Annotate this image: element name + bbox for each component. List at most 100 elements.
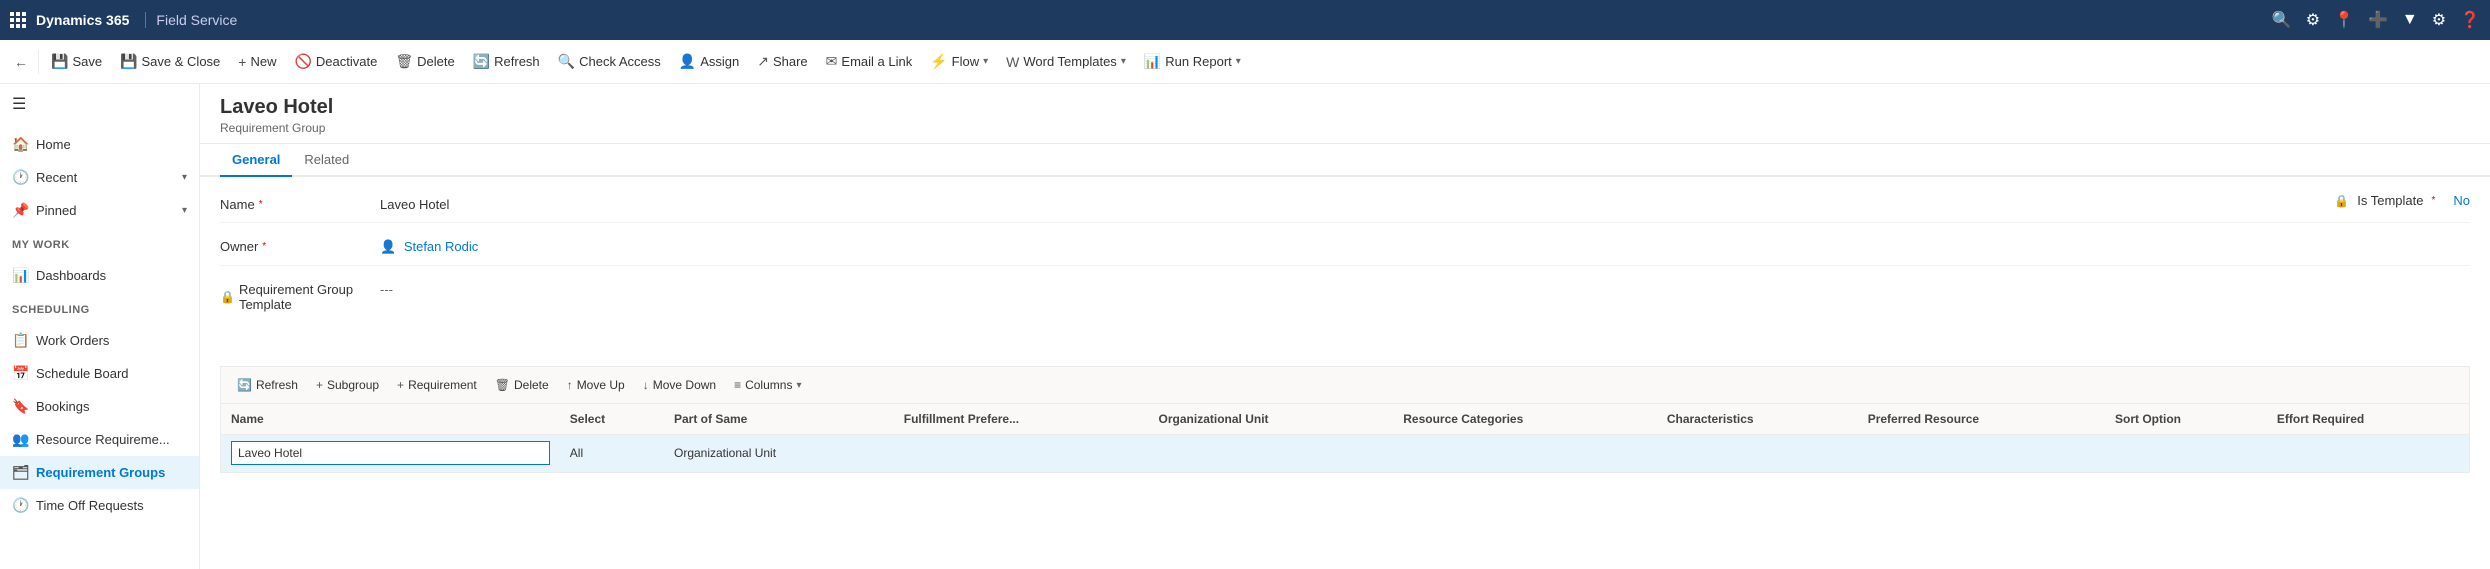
tab-related[interactable]: Related: [292, 144, 361, 177]
is-template-field: 🔒 Is Template * No: [2334, 193, 2470, 208]
form-title: Laveo Hotel: [220, 96, 2470, 119]
search-icon[interactable]: 🔍: [2272, 10, 2292, 30]
check-access-icon: 🔍: [558, 53, 575, 70]
owner-user-icon: 👤: [380, 239, 396, 254]
owner-label: Owner *: [220, 235, 380, 254]
sidebar-item-label-resource-requirements: Resource Requireme...: [36, 432, 170, 447]
pinned-icon: 📌: [12, 202, 28, 219]
save-icon: 💾: [51, 53, 68, 70]
refresh-button[interactable]: 🔄 Refresh: [465, 47, 548, 76]
is-template-label: Is Template: [2357, 193, 2423, 208]
delete-button[interactable]: 🗑 Delete: [387, 47, 462, 76]
resource-requirements-icon: 👥: [12, 431, 28, 448]
sidebar-item-recent[interactable]: 🕐 Recent ▾: [0, 161, 199, 194]
share-icon: ↗: [757, 53, 769, 70]
email-link-button[interactable]: ✉ Email a Link: [818, 47, 921, 76]
subgrid-delete-button[interactable]: 🗑 Delete: [487, 373, 557, 397]
save-close-button[interactable]: 💾 Save & Close: [112, 47, 228, 76]
assign-button[interactable]: 👤 Assign: [671, 47, 747, 76]
sidebar-item-home[interactable]: 🏠 Home: [0, 128, 199, 161]
sidebar-item-pinned[interactable]: 📌 Pinned ▾: [0, 194, 199, 227]
word-templates-dropdown-arrow: ▾: [1121, 56, 1126, 67]
sidebar-item-schedule-board[interactable]: 📅 Schedule Board: [0, 357, 199, 390]
help-icon[interactable]: ❓: [2460, 10, 2480, 30]
cell-preferred-resource: [1858, 435, 2105, 472]
save-close-icon: 💾: [120, 53, 137, 70]
share-button[interactable]: ↗ Share: [749, 47, 815, 76]
form-subtitle: Requirement Group: [220, 121, 2470, 135]
name-label: Name *: [220, 193, 380, 212]
assign-icon: 👤: [679, 53, 696, 70]
cell-sort-option: [2105, 435, 2267, 472]
cell-name[interactable]: Laveo Hotel: [221, 435, 560, 472]
recent-icon: 🕐: [12, 169, 28, 186]
plus-icon[interactable]: ➕: [2368, 10, 2388, 30]
subgrid-requirement-button[interactable]: + Requirement: [389, 373, 485, 397]
settings-circle-icon[interactable]: ⚙: [2306, 10, 2320, 30]
deactivate-button[interactable]: 🚫 Deactivate: [286, 47, 385, 76]
subgrid-move-down-icon: ↓: [643, 378, 649, 392]
gear-icon[interactable]: ⚙: [2432, 10, 2446, 30]
tab-general[interactable]: General: [220, 144, 292, 177]
new-button[interactable]: + New: [230, 48, 284, 76]
subgrid-section: 🔄 Refresh + Subgroup + Requirement 🗑 Del…: [220, 366, 2470, 473]
col-header-resource-categories: Resource Categories: [1393, 404, 1657, 435]
form-header: Laveo Hotel Requirement Group: [200, 84, 2490, 144]
sidebar-item-bookings[interactable]: 🔖 Bookings: [0, 390, 199, 423]
name-input[interactable]: Laveo Hotel: [231, 441, 550, 465]
home-icon: 🏠: [12, 136, 28, 153]
sidebar-item-resource-requirements[interactable]: 👥 Resource Requireme...: [0, 423, 199, 456]
col-header-effort-required: Effort Required: [2267, 404, 2469, 435]
table-row[interactable]: Laveo Hotel All Organizational Unit: [221, 435, 2469, 472]
filter-icon[interactable]: ▼: [2402, 11, 2418, 29]
is-template-required-star: *: [2431, 195, 2435, 206]
subgrid-subgroup-icon: +: [316, 378, 323, 392]
sidebar-section-main: 🏠 Home 🕐 Recent ▾ 📌 Pinned ▾: [0, 124, 199, 231]
flow-icon: ⚡: [930, 53, 947, 70]
cell-effort-required: [2267, 435, 2469, 472]
owner-link[interactable]: Stefan Rodic: [404, 239, 478, 254]
delete-icon: 🗑: [395, 53, 413, 70]
run-report-button[interactable]: 📊 Run Report ▾: [1136, 47, 1249, 76]
sidebar-item-dashboards[interactable]: 📊 Dashboards: [0, 259, 199, 292]
cell-fulfillment-pref: [894, 435, 1149, 472]
top-bar-icons: 🔍 ⚙ 📍 ➕ ▼ ⚙ ❓: [2272, 10, 2480, 30]
req-group-template-value: ---: [380, 278, 2470, 297]
sidebar-item-time-off-requests[interactable]: 🕐 Time Off Requests: [0, 489, 199, 522]
name-value: Laveo Hotel: [380, 193, 2294, 212]
word-templates-button[interactable]: W Word Templates ▾: [998, 48, 1134, 76]
subgrid-refresh-button[interactable]: 🔄 Refresh: [229, 373, 306, 397]
subgrid-subgroup-button[interactable]: + Subgroup: [308, 373, 387, 397]
run-report-icon: 📊: [1144, 53, 1161, 70]
owner-required-star: *: [262, 241, 266, 252]
sidebar-item-requirement-groups[interactable]: 🗂 Requirement Groups: [0, 456, 199, 489]
lock-icon: 🔒: [2334, 194, 2349, 208]
col-header-preferred-resource: Preferred Resource: [1858, 404, 2105, 435]
app-label: Field Service: [145, 12, 237, 28]
subgrid-toolbar: 🔄 Refresh + Subgroup + Requirement 🗑 Del…: [221, 367, 2469, 404]
separator-1: [38, 50, 39, 74]
subgrid-delete-icon: 🗑: [495, 378, 510, 392]
subgrid-refresh-icon: 🔄: [237, 378, 252, 392]
location-icon[interactable]: 📍: [2334, 10, 2354, 30]
subgrid-move-up-button[interactable]: ↑ Move Up: [559, 373, 633, 397]
sidebar-item-work-orders[interactable]: 📋 Work Orders: [0, 324, 199, 357]
subgrid-move-down-button[interactable]: ↓ Move Down: [635, 373, 724, 397]
sidebar-item-label-home: Home: [36, 137, 71, 152]
subgrid-columns-icon: ≡: [734, 378, 741, 392]
refresh-icon: 🔄: [473, 53, 490, 70]
back-button[interactable]: ←: [8, 48, 34, 76]
subgrid-requirement-icon: +: [397, 378, 404, 392]
check-access-button[interactable]: 🔍 Check Access: [550, 47, 669, 76]
form-tabs: General Related: [200, 144, 2490, 177]
flow-button[interactable]: ⚡ Flow ▾: [922, 47, 996, 76]
save-button[interactable]: 💾 Save: [43, 47, 110, 76]
hamburger-button[interactable]: ☰: [0, 84, 199, 124]
subgrid-move-up-icon: ↑: [567, 378, 573, 392]
subgrid-columns-button[interactable]: ≡ Columns ▾: [726, 373, 809, 397]
pinned-expand-icon: ▾: [182, 205, 187, 216]
col-header-name: Name: [221, 404, 560, 435]
app-grid-icon[interactable]: [10, 12, 26, 28]
deactivate-icon: 🚫: [294, 53, 311, 70]
is-template-value: No: [2453, 193, 2470, 208]
